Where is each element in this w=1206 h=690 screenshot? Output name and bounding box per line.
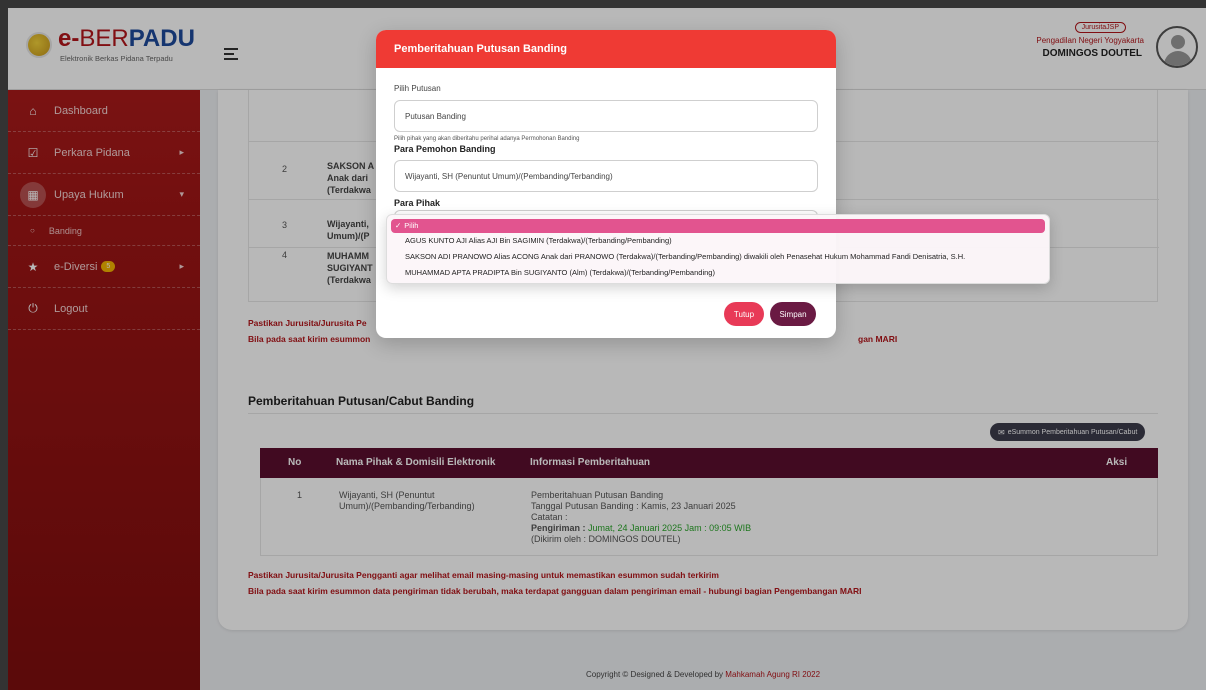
help-text: Pilih pihak yang akan diberitahu perihal… <box>394 136 580 142</box>
close-button[interactable]: Tutup <box>724 302 764 326</box>
putusan-select[interactable]: Putusan Banding <box>394 100 818 132</box>
dropdown-option[interactable]: ✓ Pilih <box>391 219 1045 233</box>
dropdown-option[interactable]: SAKSON ADI PRANOWO Alias ACONG Anak dari… <box>391 250 1045 264</box>
pemohon-input[interactable]: Wijayanti, SH (Penuntut Umum)/(Pembandin… <box>394 160 818 192</box>
field-label: Para Pihak <box>394 198 441 208</box>
modal-dialog: Pemberitahuan Putusan Banding Pilih Putu… <box>376 30 836 338</box>
field-label: Para Pemohon Banding <box>394 144 496 154</box>
modal-title: Pemberitahuan Putusan Banding <box>376 30 836 68</box>
option-label: Pilih <box>404 221 419 230</box>
app-window: e-BERPADU Elektronik Berkas Pidana Terpa… <box>8 8 1206 690</box>
dropdown-option[interactable]: MUHAMMAD APTA PRADIPTA Bin SUGIYANTO (Al… <box>391 266 1045 280</box>
para-pihak-dropdown: ✓ Pilih AGUS KUNTO AJI Alias AJI Bin SAGI… <box>386 214 1050 284</box>
dropdown-option[interactable]: AGUS KUNTO AJI Alias AJI Bin SAGIMIN (Te… <box>391 234 1045 248</box>
save-button[interactable]: Simpan <box>770 302 816 326</box>
checkmark-icon: ✓ <box>395 221 402 230</box>
field-label: Pilih Putusan <box>394 84 441 93</box>
